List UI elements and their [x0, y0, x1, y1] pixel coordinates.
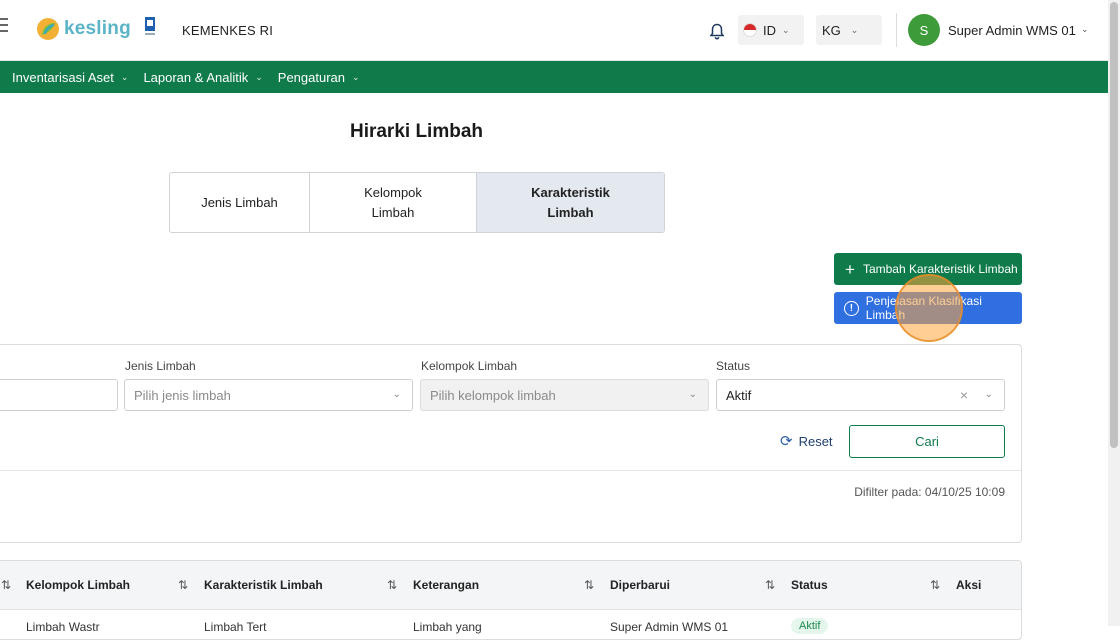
cell-diperbarui: Super Admin WMS 01 — [610, 620, 729, 634]
clear-icon[interactable]: × — [960, 387, 968, 403]
jenis-limbah-select[interactable]: Pilih jenis limbah ⌄ — [124, 379, 413, 411]
nav-item-label: Inventarisasi Aset — [12, 69, 114, 85]
main-nav: Inventarisasi Aset ⌄ Laporan & Analitik … — [0, 61, 1108, 93]
nav-item-pengaturan[interactable]: Pengaturan ⌄ — [278, 70, 360, 85]
filtered-at-text: Difilter pada: 04/10/25 10:09 — [854, 485, 1005, 499]
chevron-down-icon: ⌄ — [984, 389, 993, 400]
chevron-down-icon: ⌄ — [120, 71, 129, 82]
chevron-down-icon: ⌄ — [688, 389, 697, 400]
info-icon: ! — [844, 300, 859, 316]
partner-logo — [0, 18, 10, 40]
kesling-logo[interactable]: kesling — [36, 17, 131, 41]
filter-divider — [0, 470, 1021, 471]
hierarchy-tabs: Jenis Limbah Kelompok Limbah Karakterist… — [169, 172, 665, 233]
info-button-label: Penjelasan Klasifikasi Limbah — [865, 294, 982, 322]
sort-icon[interactable]: ⇅ — [1, 578, 11, 592]
avatar-initial: S — [919, 22, 929, 38]
column-header: Aksi — [956, 578, 982, 592]
column-header: Status — [791, 578, 828, 592]
search-button[interactable]: Cari — [849, 425, 1005, 458]
chevron-down-icon: ⌄ — [352, 71, 360, 82]
chevron-down-icon: ⌄ — [255, 71, 263, 82]
cell-karakteristik: Limbah Tert — [204, 620, 267, 634]
sort-icon[interactable]: ⇅ — [930, 578, 940, 592]
kelompok-limbah-placeholder: Pilih kelompok limbah — [430, 387, 556, 403]
table-header: ⇅ Kelompok Limbah ⇅ Karakteristik Limbah… — [0, 561, 1021, 610]
chevron-down-icon: ⌄ — [850, 24, 859, 35]
tab-karakteristik-limbah[interactable]: Karakteristik Limbah — [477, 173, 664, 232]
org-name: KEMENKES RI — [182, 23, 274, 38]
kelompok-limbah-select: Pilih kelompok limbah ⌄ — [420, 379, 709, 411]
cell-keterangan: Limbah yang — [413, 620, 482, 634]
status-badge: Aktif — [791, 618, 829, 634]
sort-icon[interactable]: ⇅ — [765, 578, 775, 592]
column-header: Karakteristik Limbah — [204, 578, 323, 592]
sort-icon[interactable]: ⇅ — [387, 578, 397, 592]
page-title: Hirarki Limbah — [349, 121, 484, 142]
tab-kelompok-limbah[interactable]: Kelompok Limbah — [310, 173, 477, 232]
nav-item-laporan-analitik[interactable]: Laporan & Analitik ⌄ — [143, 70, 262, 85]
column-header: Diperbarui — [610, 578, 671, 592]
unit-select[interactable]: KG ⌄ — [816, 15, 882, 45]
refresh-icon: ⟳ — [780, 433, 793, 450]
nav-item-label: Pengaturan — [277, 69, 346, 85]
plus-icon: + — [845, 259, 855, 279]
tab-label: Karakteristik Limbah — [531, 184, 610, 220]
undp-logo-icon — [145, 17, 155, 35]
kesling-brand-text: kesling — [64, 18, 131, 39]
kelompok-limbah-label: Kelompok Limbah — [421, 359, 518, 373]
chevron-down-icon: ⌄ — [782, 24, 790, 35]
search-input[interactable] — [0, 379, 118, 411]
jenis-limbah-placeholder: Pilih jenis limbah — [134, 387, 231, 403]
classification-info-button[interactable]: ! Penjelasan Klasifikasi Limbah — [834, 292, 1022, 324]
user-name[interactable]: Super Admin WMS 01 — [948, 23, 1076, 38]
notification-bell-icon[interactable] — [709, 23, 725, 40]
column-header: Keterangan — [413, 578, 480, 592]
tab-label: Kelompok Limbah — [364, 184, 422, 220]
jenis-limbah-label: Jenis Limbah — [125, 359, 196, 373]
add-characteristic-button[interactable]: + Tambah Karakteristik Limbah — [834, 253, 1022, 285]
reset-label: Reset — [798, 433, 833, 449]
tab-jenis-limbah[interactable]: Jenis Limbah — [170, 173, 310, 232]
top-header: kesling KEMENKES RI ID ⌄ KG ⌄ S Super Ad… — [0, 0, 1108, 61]
status-value: Aktif — [726, 387, 752, 403]
kesling-logo-icon — [37, 18, 59, 40]
sort-icon[interactable]: ⇅ — [178, 578, 188, 592]
indonesia-flag-icon — [743, 23, 757, 37]
nav-item-label: Laporan & Analitik — [143, 69, 249, 85]
status-select[interactable]: Aktif × ⌄ — [716, 379, 1005, 411]
language-value: ID — [763, 22, 776, 38]
chevron-down-icon: ⌄ — [392, 389, 401, 400]
table-row[interactable]: Limbah Wastr Limbah Tert Limbah yang Sup… — [0, 610, 1021, 639]
search-button-label: Cari — [915, 434, 939, 449]
user-menu-chevron-icon[interactable]: ⌄ — [1081, 24, 1089, 35]
reset-button[interactable]: ⟳ Reset — [780, 432, 833, 450]
column-header: Kelompok Limbah — [26, 578, 131, 592]
sort-icon[interactable]: ⇅ — [584, 578, 594, 592]
header-divider — [896, 13, 897, 47]
status-label: Status — [716, 359, 751, 373]
cell-kelompok: Limbah Wastr — [26, 620, 100, 634]
tab-label: Jenis Limbah — [201, 194, 278, 210]
page-scrollbar-thumb[interactable] — [1110, 2, 1118, 448]
add-button-label: Tambah Karakteristik Limbah — [862, 262, 1018, 276]
unit-value: KG — [822, 22, 841, 38]
nav-item-inventarisasi-aset[interactable]: Inventarisasi Aset ⌄ — [12, 70, 128, 85]
language-select[interactable]: ID ⌄ — [738, 15, 804, 45]
data-table: ⇅ Kelompok Limbah ⇅ Karakteristik Limbah… — [0, 560, 1022, 640]
avatar[interactable]: S — [908, 14, 940, 46]
